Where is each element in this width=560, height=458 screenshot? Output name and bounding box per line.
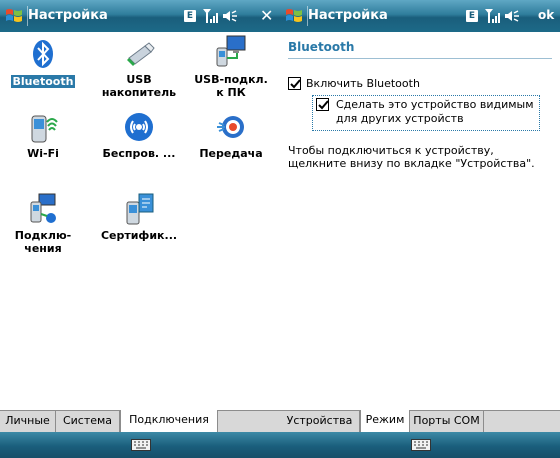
tab-devices[interactable]: Устройства [280,411,360,432]
edge-status-icon: E [184,10,196,22]
make-visible-label-line1: Сделать это устройство видимым [336,98,534,111]
tab-system[interactable]: Система [56,411,120,432]
connections-label: Подклю- чения [14,229,72,255]
close-icon[interactable]: ✕ [260,6,273,25]
make-visible-checkbox[interactable] [316,98,329,111]
beam-icon [217,116,244,138]
info-text: Чтобы подключиться к устройству, щелкнит… [288,144,556,170]
wifi-label: Wi-Fi [27,147,59,160]
tab-com-ports[interactable]: Порты COM [410,411,484,432]
window-title: Настройка [28,8,108,23]
tab-mode[interactable]: Режим [360,410,410,433]
usb-storage-item[interactable]: USB накопитель [98,38,180,99]
certificates-item[interactable]: Сертифик... [98,192,180,242]
wireless-label: Беспров. ... [102,147,176,160]
signal-strength-icon[interactable] [202,8,220,24]
beam-item[interactable]: Передача [190,110,272,160]
wifi-item[interactable]: Wi-Fi [2,110,84,160]
enable-bluetooth-label: Включить Bluetooth [306,77,420,90]
wifi-icon [31,115,58,143]
title-bar: Настройка E ✕ [0,0,280,32]
edge-status-icon: E [466,10,478,22]
ok-button[interactable]: ok [538,8,554,22]
usb-pc-icon [216,35,246,67]
tab-personal[interactable]: Личные [0,411,56,432]
check-icon [290,79,301,89]
keyboard-icon[interactable] [131,439,151,451]
connections-icon [30,193,56,223]
title-bar: Настройка E ok [280,0,560,32]
section-divider [288,58,552,59]
windows-start-icon[interactable] [284,6,304,26]
usb-pc-label: USB-подкл. к ПК [194,73,268,99]
section-title: Bluetooth [288,40,355,54]
keyboard-icon[interactable] [411,439,431,451]
settings-tab-bar: Личные Система Подключения [0,410,280,433]
settings-connections-screen: Настройка E ✕ Bluetooth USB накопитель U… [0,0,280,458]
bluetooth-item[interactable]: Bluetooth [2,38,84,89]
bluetooth-icon [33,40,53,68]
usb-drive-icon [127,42,155,66]
connections-item[interactable]: Подклю- чения [2,192,84,255]
enable-bluetooth-checkbox[interactable] [288,77,301,90]
info-line-1: Чтобы подключиться к устройству, [288,144,494,157]
beam-label: Передача [199,147,263,160]
info-line-2: щелкните внизу по вкладке "Устройства". [288,157,535,170]
make-visible-label-line2: для других устройств [336,112,464,125]
menu-bar [280,432,560,458]
wireless-icon [125,113,153,141]
certificates-label: Сертифик... [100,229,178,242]
volume-icon[interactable] [504,9,520,23]
usb-pc-item[interactable]: USB-подкл. к ПК [190,34,272,99]
usb-storage-label: USB накопитель [101,73,177,99]
certificate-icon [126,193,154,225]
windows-start-icon[interactable] [4,6,24,26]
tab-connections[interactable]: Подключения [120,410,218,433]
bluetooth-label: Bluetooth [10,75,76,88]
window-title: Настройка [308,8,388,23]
volume-icon[interactable] [222,9,238,23]
check-icon [318,100,329,110]
wireless-item[interactable]: Беспров. ... [98,110,180,160]
menu-bar [0,432,280,458]
signal-strength-icon[interactable] [484,8,502,24]
bluetooth-settings-screen: Настройка E ok Bluetooth Включить Blueto… [280,0,560,458]
bluetooth-tab-bar: Устройства Режим Порты COM [280,410,560,433]
